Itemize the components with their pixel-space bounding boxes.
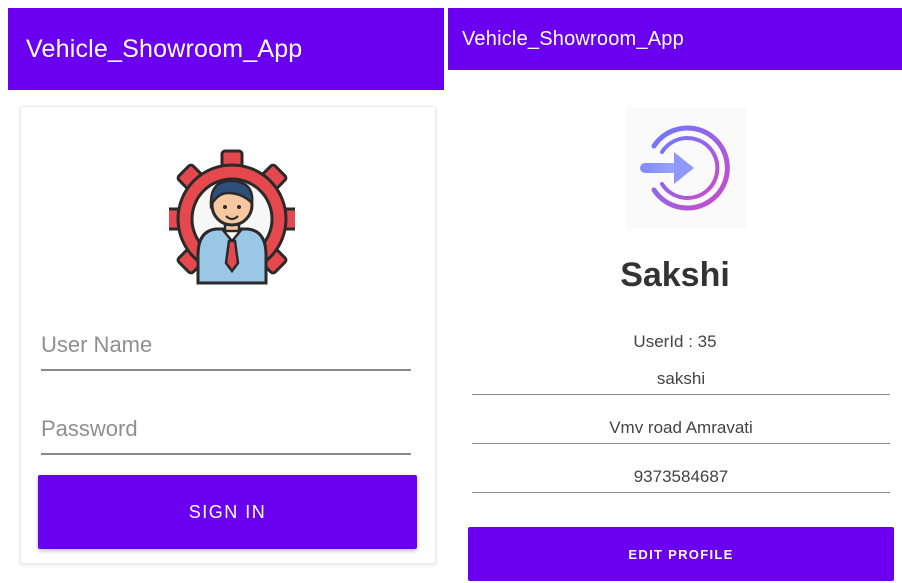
sign-in-button[interactable]: SIGN IN bbox=[38, 475, 417, 549]
username-value[interactable]: sakshi bbox=[472, 366, 890, 395]
profile-screen: Vehicle_Showroom_App Sakshi UserId : 35 … bbox=[448, 0, 902, 583]
app-bar: Vehicle_Showroom_App bbox=[448, 8, 902, 70]
app-title: Vehicle_Showroom_App bbox=[462, 27, 684, 50]
password-input[interactable] bbox=[41, 409, 411, 449]
username-input[interactable] bbox=[41, 325, 411, 365]
address-value[interactable]: Vmv road Amravati bbox=[472, 415, 890, 444]
login-arrow-icon bbox=[626, 108, 746, 228]
profile-name: Sakshi bbox=[620, 256, 730, 294]
user-gear-icon bbox=[162, 147, 302, 297]
edit-profile-button[interactable]: EDIT PROFILE bbox=[468, 527, 894, 581]
app-title: Vehicle_Showroom_App bbox=[26, 34, 303, 63]
login-card: SIGN IN bbox=[20, 106, 436, 564]
username-field[interactable] bbox=[41, 325, 411, 371]
login-screen: Vehicle_Showroom_App User Name SIGN IN bbox=[8, 0, 444, 583]
user-id-label: UserId : 35 bbox=[633, 332, 717, 351]
app-bar: Vehicle_Showroom_App bbox=[8, 8, 444, 90]
phone-value[interactable]: 9373584687 bbox=[472, 464, 890, 493]
password-field[interactable] bbox=[41, 409, 411, 455]
